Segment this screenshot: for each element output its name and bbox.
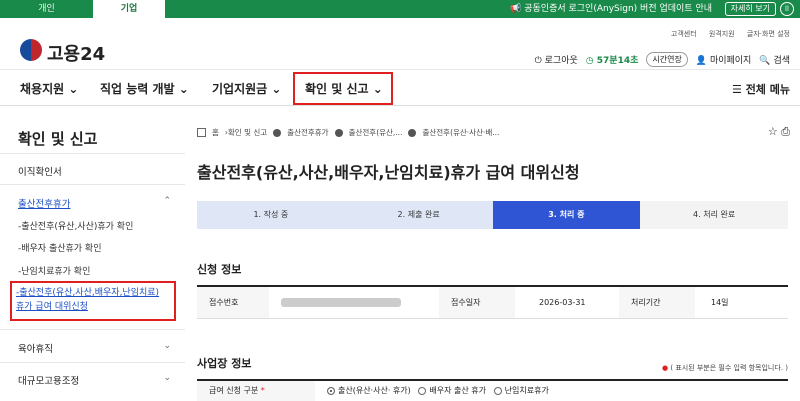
chevron-up-icon[interactable]: ⌃	[163, 196, 171, 206]
period-label: 처리기간	[619, 287, 695, 318]
dropdown-icon[interactable]	[334, 128, 343, 137]
dropdown-icon[interactable]	[273, 128, 282, 137]
top-bar: 개인 기업 📢 공동인증서 로그인(AnySign) 버전 업데이트 안내 자세…	[0, 0, 800, 18]
nav-item-subsidy[interactable]: 기업지원금 ⌄	[212, 80, 281, 97]
search-icon: 🔍	[759, 56, 771, 66]
nav-item-hiring[interactable]: 채용지원 ⌄	[20, 80, 78, 97]
page-actions: ☆ ⎙	[768, 125, 790, 139]
more-button[interactable]: 자세히 보기	[724, 2, 776, 16]
print-icon[interactable]: ⎙	[781, 125, 790, 138]
receipt-date-label: 접수일자	[439, 287, 515, 318]
chevron-down-icon: ⌄	[271, 82, 282, 96]
redacted-value	[281, 298, 401, 307]
sidebar-highlight-box	[10, 281, 176, 321]
type-options: 출산(유산·사산· 휴가) 배우자 출산 휴가 난임치료휴가	[315, 381, 549, 401]
radio-maternity[interactable]: 출산(유산·사산· 휴가)	[327, 386, 411, 395]
header-actions: ⏻ 로그아웃 ◷ 57분14초 시간연장 👤 마이페이지 🔍 검색	[527, 52, 790, 67]
page-title: 출산전후(유산,사산,배우자,난임치료)휴가 급여 대위신청	[197, 163, 580, 182]
notice-text[interactable]: 📢 공동인증서 로그인(AnySign) 버전 업데이트 안내	[510, 0, 712, 18]
chevron-down-icon: ⌄	[68, 82, 79, 96]
sidebar-sub-item[interactable]: -배우자 출산휴가 확인	[18, 241, 102, 254]
hamburger-icon: ☰	[731, 83, 742, 96]
section-title-workplace: 사업장 정보	[197, 357, 252, 370]
sidebar-sub-item[interactable]: -난임치료휴가 확인	[18, 264, 90, 277]
nav-item-training[interactable]: 직업 능력 개발 ⌄	[100, 80, 189, 97]
mypage-link[interactable]: 👤 마이페이지	[696, 53, 752, 66]
chevron-down-icon[interactable]: ⌄	[163, 373, 171, 383]
divider	[0, 329, 185, 330]
logo-icon	[20, 39, 42, 61]
step-4: 4. 처리 완료	[640, 201, 788, 229]
util-link-settings[interactable]: 글자·화면 설정	[747, 30, 790, 38]
session-timer: ◷ 57분14초	[585, 56, 639, 66]
type-label: 급여 신청 구분 *	[197, 381, 315, 401]
home-icon[interactable]	[197, 128, 206, 137]
megaphone-icon: 📢	[510, 4, 525, 14]
form-row-type: 급여 신청 구분 * 출산(유산·사산· 휴가) 배우자 출산 휴가 난임치료휴…	[197, 379, 788, 401]
divider	[0, 362, 185, 363]
breadcrumb-item: 출산전후(유산·사산·배...	[422, 128, 500, 137]
power-icon: ⏻	[534, 56, 542, 66]
sidebar: 확인 및 신고 이직확인서 출산전후휴가 ⌃ -출산전후(유산,사산)휴가 확인…	[0, 107, 185, 401]
divider	[0, 153, 185, 154]
required-note: ● ( 표시된 부분은 필수 입력 항목입니다. )	[662, 364, 788, 372]
util-link-customer[interactable]: 고객센터	[671, 30, 697, 38]
main-nav: 채용지원 ⌄ 직업 능력 개발 ⌄ 기업지원금 ⌄ 확인 및 신고 ⌄ ☰ 전체…	[0, 72, 800, 106]
breadcrumb-item[interactable]: 확인 및 신고	[228, 127, 267, 138]
extend-session-button[interactable]: 시간연장	[646, 52, 688, 67]
logout-button[interactable]: ⏻ 로그아웃	[535, 53, 578, 66]
receipt-date-value: 2026-03-31	[539, 298, 586, 307]
radio-spouse[interactable]: 배우자 출산 휴가	[418, 386, 486, 395]
sidebar-item-maternity[interactable]: 출산전후휴가	[18, 196, 70, 210]
tab-personal[interactable]: 개인	[0, 0, 93, 18]
sidebar-item-childcare[interactable]: 육아휴직	[18, 341, 53, 355]
progress-steps: 1. 작성 중 2. 제출 완료 3. 처리 중 4. 처리 완료	[197, 201, 788, 229]
all-menu-button[interactable]: ☰ 전체 메뉴	[732, 81, 790, 97]
step-2: 2. 제출 완료	[344, 201, 493, 229]
chevron-down-icon: ⌄	[178, 82, 189, 96]
section-title-application: 신청 정보	[197, 263, 242, 276]
star-icon[interactable]: ☆	[768, 125, 778, 138]
step-1: 1. 작성 중	[197, 201, 345, 229]
period-value: 14일	[711, 298, 729, 307]
nav-highlight-box	[293, 72, 393, 105]
search-button[interactable]: 🔍 검색	[759, 53, 790, 66]
site-logo[interactable]: 고용24	[47, 40, 105, 66]
breadcrumb-item[interactable]: 홈	[212, 127, 219, 138]
sidebar-sub-item[interactable]: -출산전후(유산,사산)휴가 확인	[18, 219, 133, 232]
receipt-no-value	[269, 287, 439, 318]
application-info-table: 접수번호 접수일자 2026-03-31 처리기간 14일	[197, 285, 788, 319]
sidebar-item-mass-layoff[interactable]: 대규모고용조정	[18, 373, 79, 387]
sidebar-item-separation[interactable]: 이직확인서	[18, 164, 62, 178]
main-content: 홈 › 확인 및 신고 출산전후휴가 출산전후(유산,... 출산전후(유산·사산…	[197, 107, 800, 401]
tab-company[interactable]: 기업	[93, 0, 165, 18]
step-3: 3. 처리 중	[492, 201, 641, 229]
util-link-remote[interactable]: 원격지원	[709, 30, 735, 38]
dropdown-icon[interactable]	[408, 128, 417, 137]
breadcrumb-item[interactable]: 출산전후(유산,...	[349, 127, 403, 138]
radio-infertility[interactable]: 난임치료휴가	[493, 386, 549, 395]
sidebar-title: 확인 및 신고	[18, 130, 98, 148]
utility-links: 고객센터 원격지원 글자·화면 설정	[661, 29, 790, 39]
receipt-no-label: 접수번호	[197, 287, 269, 318]
breadcrumb: 홈 › 확인 및 신고 출산전후휴가 출산전후(유산,... 출산전후(유산·사산…	[197, 127, 505, 138]
chevron-down-icon[interactable]: ⌄	[163, 341, 171, 351]
divider	[0, 184, 185, 185]
pause-icon[interactable]: ll	[780, 2, 794, 16]
user-icon: 👤	[695, 56, 708, 66]
breadcrumb-item[interactable]: 출산전후휴가	[287, 127, 328, 138]
